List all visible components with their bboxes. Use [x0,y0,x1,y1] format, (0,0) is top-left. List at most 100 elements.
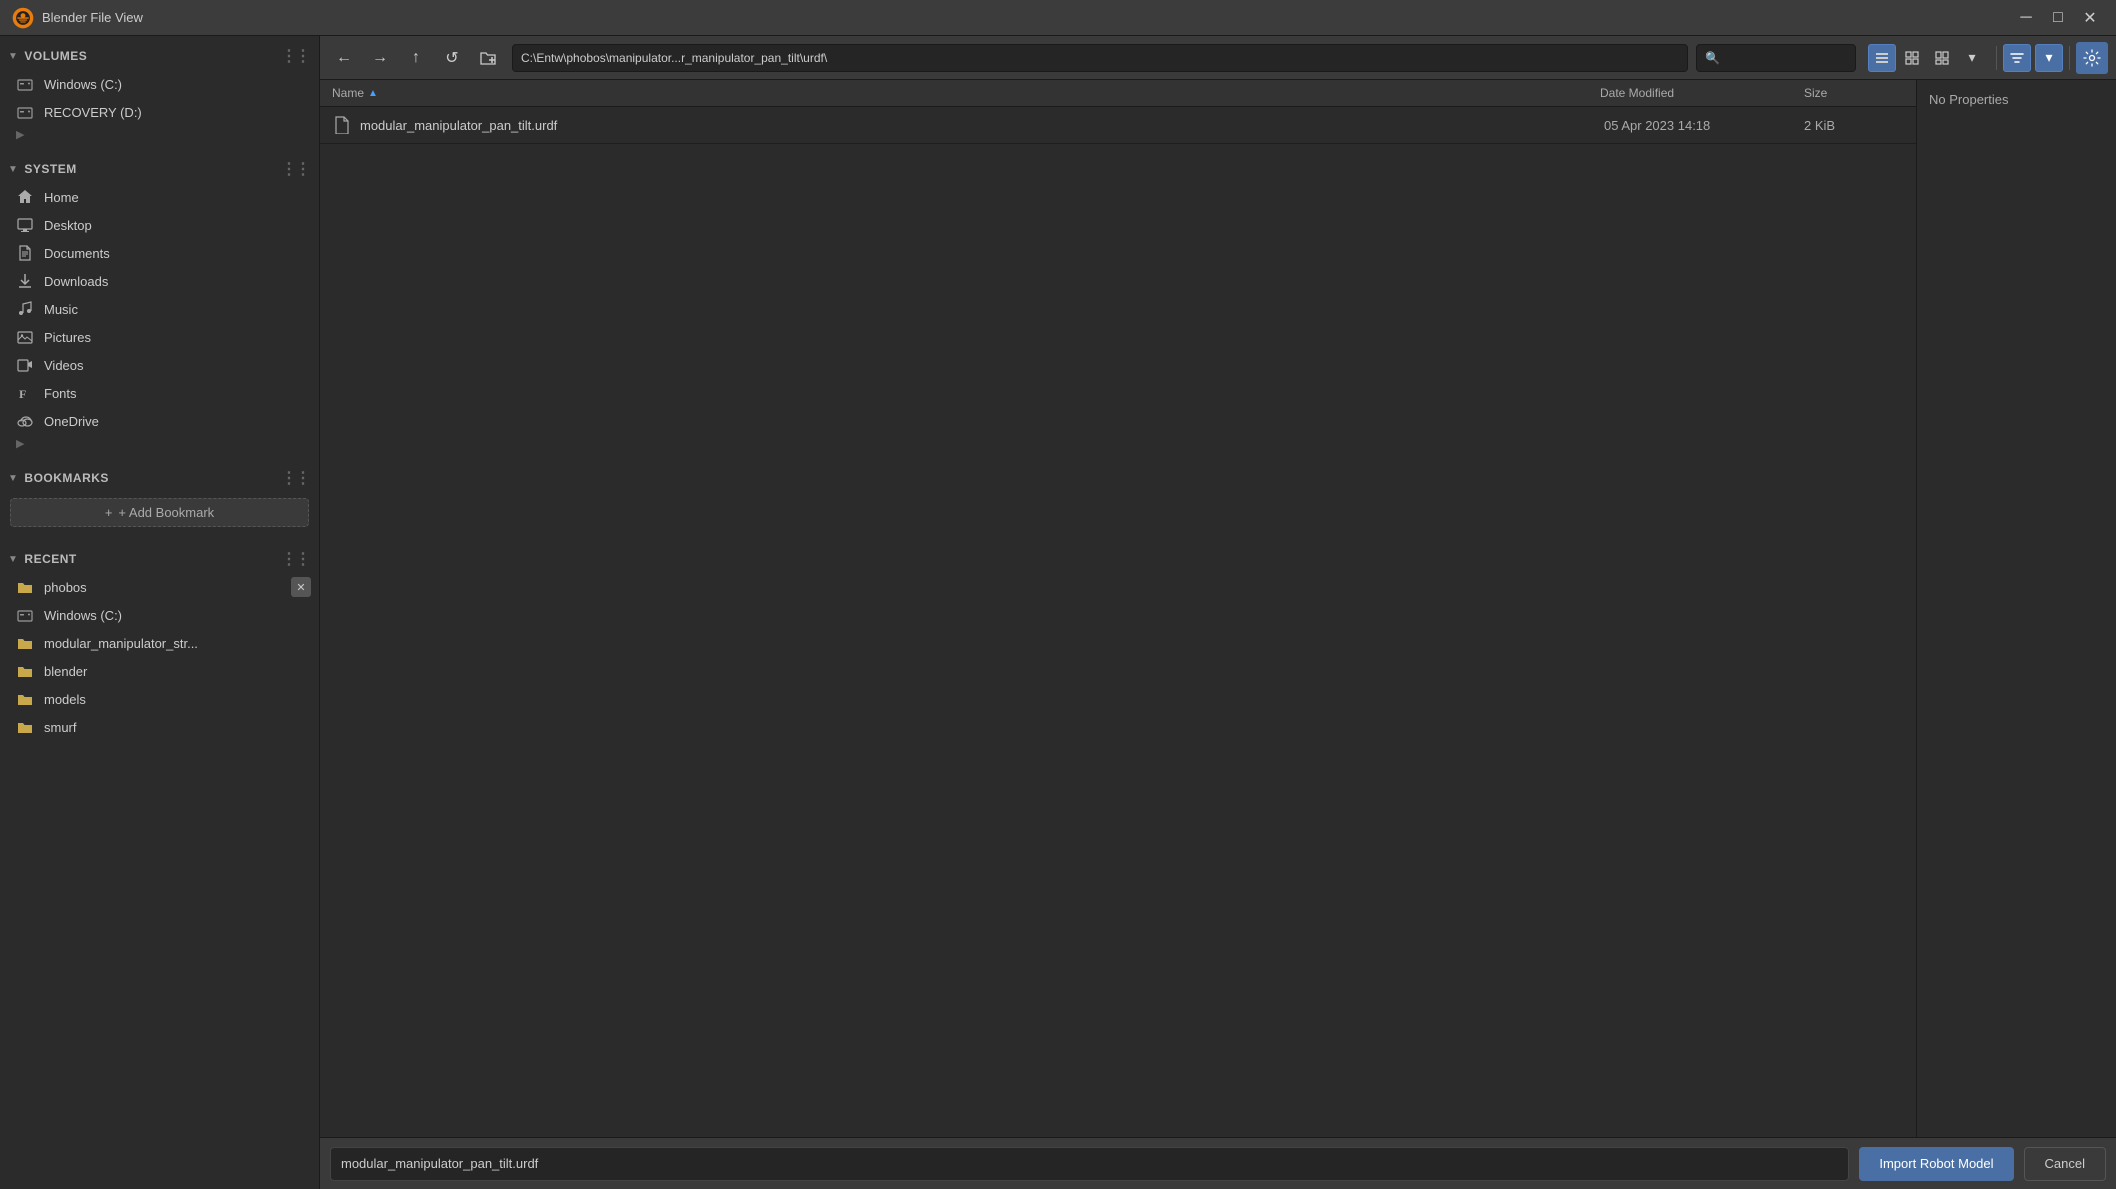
view-dropdown-button[interactable]: ▾ [1958,44,1986,72]
view-controls: ▾ [1868,44,1986,72]
back-button[interactable]: ← [328,42,360,74]
add-bookmark-button[interactable]: + + Add Bookmark [10,498,309,527]
window-controls: ─ □ ✕ [2012,4,2104,32]
minimize-button[interactable]: ─ [2012,4,2040,32]
search-bar[interactable]: 🔍 [1696,44,1856,72]
recent-item-blender[interactable]: blender [0,657,319,685]
forward-button[interactable]: → [364,42,396,74]
import-button[interactable]: Import Robot Model [1859,1147,2013,1181]
system-label: System [24,162,76,176]
recent-models-label: models [44,692,86,707]
recent-label: Recent [24,552,76,566]
onedrive-icon [16,412,34,430]
file-date: 05 Apr 2023 14:18 [1604,118,1710,133]
system-expand-arrow[interactable]: ▶ [0,435,319,452]
recent-item-modular[interactable]: modular_manipulator_str... [0,629,319,657]
volumes-section-header[interactable]: ▼ Volumes ⋮⋮ [0,42,319,70]
sidebar-item-pictures[interactable]: Pictures [0,323,319,351]
system-section-header[interactable]: ▼ System ⋮⋮ [0,155,319,183]
downloads-label: Downloads [44,274,108,289]
downloads-icon [16,272,34,290]
system-chevron-icon: ▼ [8,164,18,175]
window-title: Blender File View [42,10,143,25]
recent-modular-label: modular_manipulator_str... [44,636,198,651]
name-column-label: Name [332,86,364,100]
bookmarks-dots-icon: ⋮⋮ [281,468,309,488]
add-bookmark-plus-icon: + [105,505,113,520]
cancel-button[interactable]: Cancel [2024,1147,2106,1181]
svg-text:F: F [19,387,26,401]
toolbar: ← → ↑ ↺ C:\Entw\phobos\manipulator...r_m… [320,36,2116,80]
recent-smurf-label: smurf [44,720,77,735]
close-button[interactable]: ✕ [2076,4,2104,32]
up-button[interactable]: ↑ [400,42,432,74]
sidebar-item-videos[interactable]: Videos [0,351,319,379]
file-icon [332,115,352,135]
volumes-label: Volumes [24,49,87,63]
toolbar-separator-2 [2069,46,2070,70]
filename-input[interactable] [330,1147,1849,1181]
settings-button[interactable] [2076,42,2108,74]
sort-asc-icon: ▲ [368,88,378,99]
recent-phobos-label: phobos [44,580,87,595]
system-section: ▼ System ⋮⋮ Home Desktop [0,149,319,458]
recent-chevron-icon: ▼ [8,554,18,565]
filter-button[interactable] [2003,44,2031,72]
properties-panel: No Properties [1916,80,2116,1137]
home-icon [16,188,34,206]
filter-dropdown-button[interactable]: ▾ [2035,44,2063,72]
main-content: ← → ↑ ↺ C:\Entw\phobos\manipulator...r_m… [320,36,2116,1189]
recent-item-phobos[interactable]: phobos ✕ [0,573,319,601]
column-name-header[interactable]: Name ▲ [332,86,1596,100]
file-list-container: Name ▲ Date Modified Size [320,80,1916,1137]
recent-item-windows-c[interactable]: Windows (C:) [0,601,319,629]
sidebar-item-fonts[interactable]: F Fonts [0,379,319,407]
path-bar[interactable]: C:\Entw\phobos\manipulator...r_manipulat… [512,44,1688,72]
sidebar-item-downloads[interactable]: Downloads [0,267,319,295]
path-text: C:\Entw\phobos\manipulator...r_manipulat… [521,51,827,65]
file-row[interactable]: modular_manipulator_pan_tilt.urdf 05 Apr… [320,107,1916,144]
sidebar-item-music[interactable]: Music [0,295,319,323]
grid-view-button[interactable] [1898,44,1926,72]
volumes-section: ▼ Volumes ⋮⋮ Windows (C:) RECOVERY (D:) … [0,36,319,149]
bottom-bar: Import Robot Model Cancel [320,1137,2116,1189]
volumes-expand-arrow[interactable]: ▶ [0,126,319,143]
maximize-button[interactable]: □ [2044,4,2072,32]
sidebar-item-windows-c[interactable]: Windows (C:) [0,70,319,98]
folder-icon-modular [16,634,34,652]
column-date-header[interactable]: Date Modified [1600,86,1800,100]
new-folder-button[interactable] [472,42,504,74]
sidebar-item-home[interactable]: Home [0,183,319,211]
file-name: modular_manipulator_pan_tilt.urdf [360,118,557,133]
videos-icon [16,356,34,374]
pictures-label: Pictures [44,330,91,345]
sidebar-item-desktop[interactable]: Desktop [0,211,319,239]
recent-item-models[interactable]: models [0,685,319,713]
bookmarks-section-header[interactable]: ▼ Bookmarks ⋮⋮ [0,464,319,492]
recent-item-close-button[interactable]: ✕ [291,577,311,597]
sidebar-item-onedrive[interactable]: OneDrive [0,407,319,435]
size-column-label: Size [1804,86,1827,100]
bookmarks-section: ▼ Bookmarks ⋮⋮ + + Add Bookmark [0,458,319,539]
sidebar-item-documents[interactable]: Documents [0,239,319,267]
folder-icon-models [16,690,34,708]
file-name-cell: modular_manipulator_pan_tilt.urdf [332,115,1604,135]
add-bookmark-label: + Add Bookmark [118,505,214,520]
volumes-dots-icon: ⋮⋮ [281,46,309,66]
list-view-button[interactable] [1868,44,1896,72]
onedrive-label: OneDrive [44,414,99,429]
system-dots-icon: ⋮⋮ [281,159,309,179]
sidebar-item-recovery-d[interactable]: RECOVERY (D:) [0,98,319,126]
column-size-header[interactable]: Size [1804,86,1904,100]
fonts-icon: F [16,384,34,402]
bookmarks-label: Bookmarks [24,471,109,485]
documents-label: Documents [44,246,110,261]
recovery-d-label: RECOVERY (D:) [44,105,142,120]
refresh-button[interactable]: ↺ [436,42,468,74]
recent-item-smurf[interactable]: smurf [0,713,319,741]
desktop-label: Desktop [44,218,92,233]
large-grid-view-button[interactable] [1928,44,1956,72]
title-bar: Blender File View ─ □ ✕ [0,0,2116,36]
recent-section-header[interactable]: ▼ Recent ⋮⋮ [0,545,319,573]
sidebar: ▼ Volumes ⋮⋮ Windows (C:) RECOVERY (D:) … [0,36,320,1189]
